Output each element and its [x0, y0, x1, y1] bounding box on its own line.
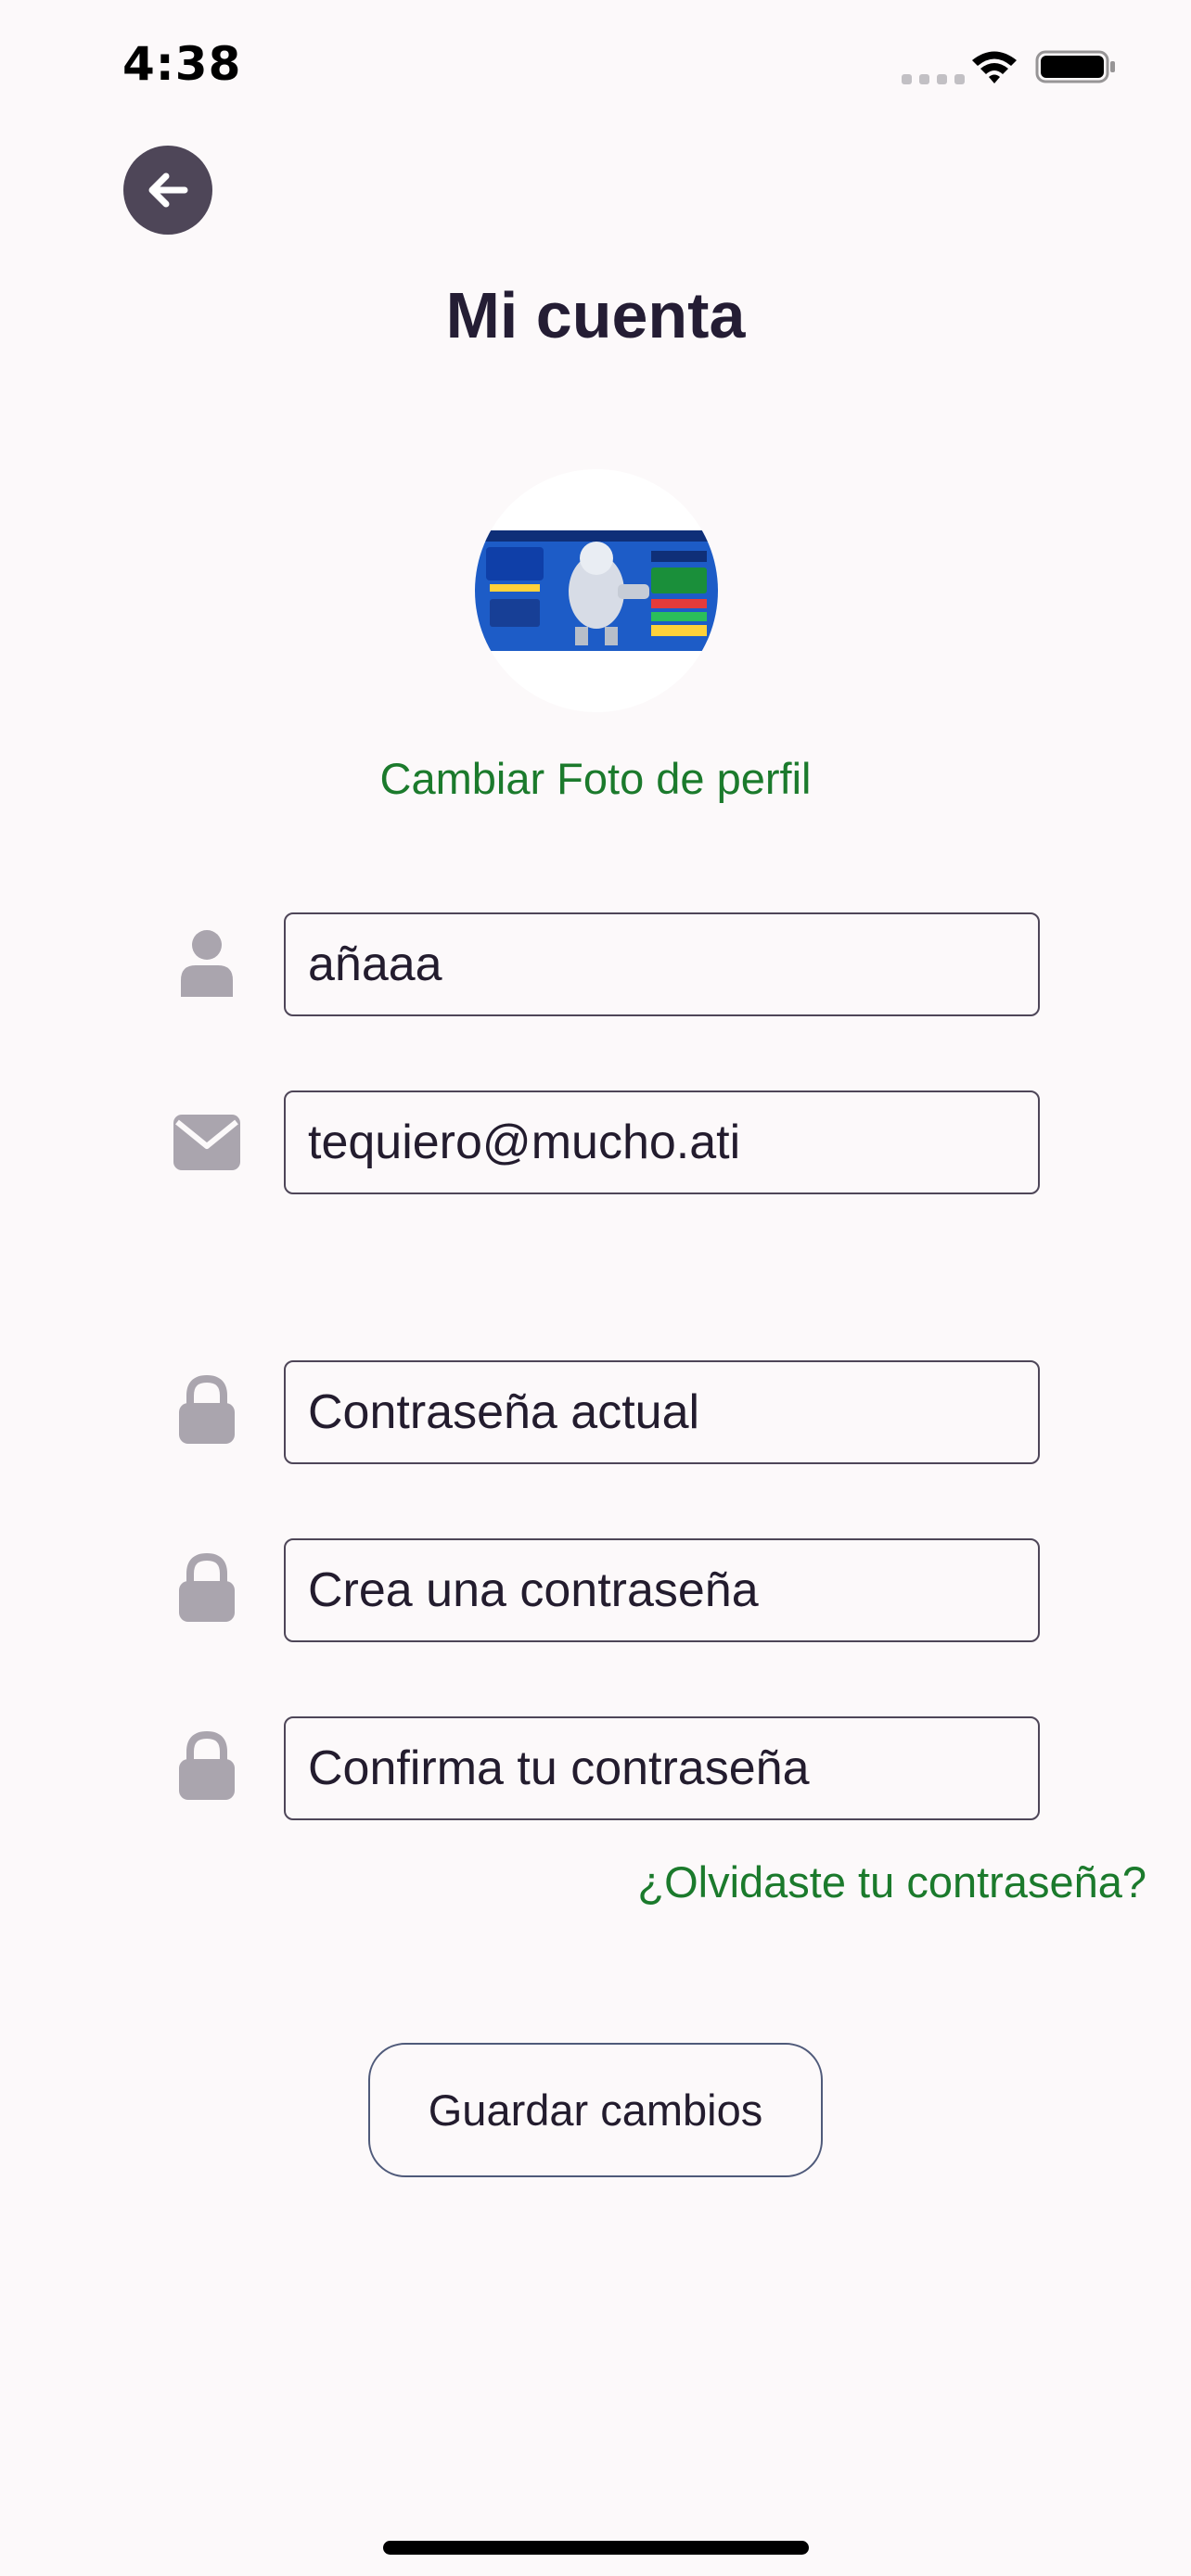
save-changes-button[interactable]: Guardar cambios	[368, 2043, 823, 2177]
user-icon	[170, 925, 244, 1000]
avatar[interactable]	[475, 469, 718, 712]
cellular-signal-icon	[902, 74, 965, 84]
username-field[interactable]	[284, 912, 1040, 1016]
change-photo-link[interactable]: Cambiar Foto de perfil	[0, 753, 1191, 804]
lock-icon	[170, 1373, 244, 1447]
wifi-icon	[970, 48, 1018, 90]
current-password-field[interactable]	[284, 1360, 1040, 1464]
home-indicator[interactable]	[383, 2541, 809, 2555]
confirm-password-field[interactable]	[284, 1716, 1040, 1820]
mail-icon	[170, 1104, 244, 1179]
lock-icon	[170, 1551, 244, 1626]
status-time: 4:38	[122, 37, 242, 91]
arrow-left-icon	[148, 172, 188, 208]
new-password-field[interactable]	[284, 1538, 1040, 1642]
battery-icon	[1035, 48, 1117, 90]
back-button[interactable]	[123, 146, 212, 235]
page-title: Mi cuenta	[445, 279, 746, 351]
profile-photo	[475, 469, 718, 712]
forgot-password-link[interactable]: ¿Olvidaste tu contraseña?	[637, 1856, 1146, 1907]
email-field[interactable]	[284, 1090, 1040, 1194]
lock-icon	[170, 1729, 244, 1804]
